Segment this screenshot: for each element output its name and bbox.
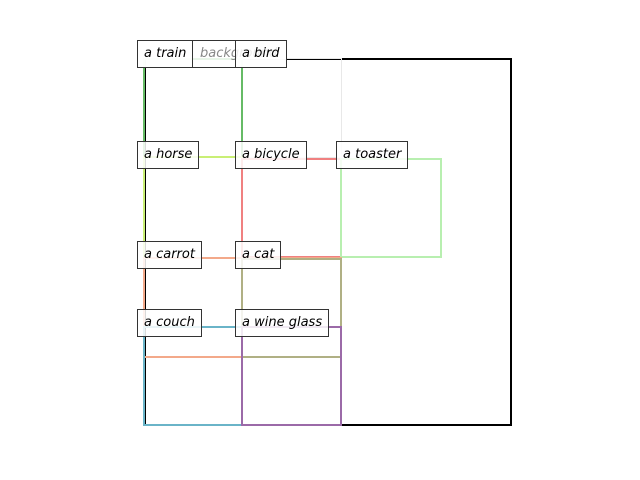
label-carrot: a carrot (137, 241, 202, 269)
label-wine-glass: a wine glass (235, 309, 330, 337)
box-wine-glass (241, 326, 342, 426)
label-cat: a cat (235, 241, 282, 269)
label-bicycle: a bicycle (235, 141, 307, 169)
label-couch: a couch (137, 309, 202, 337)
label-horse: a horse (137, 141, 200, 169)
label-toaster: a toaster (336, 141, 409, 169)
box-couch (143, 326, 243, 426)
label-bird: a bird (235, 40, 287, 68)
label-train: a train (137, 40, 194, 68)
diagram-canvas: background a train a bird a horse a bicy… (0, 0, 640, 480)
box-toaster (340, 158, 442, 258)
